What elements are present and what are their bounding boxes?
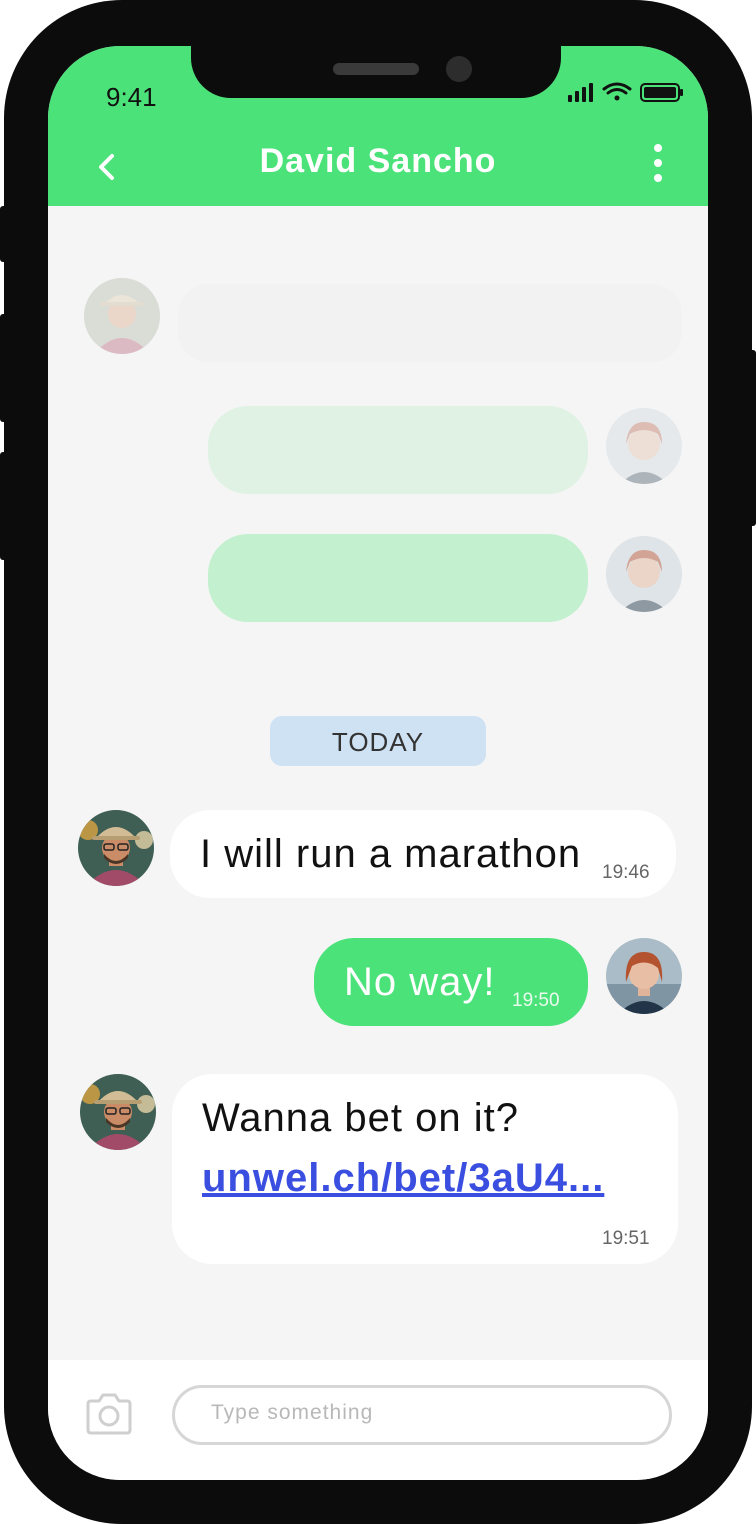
power-button — [748, 350, 756, 526]
message-time: 19:46 — [602, 862, 650, 883]
message-composer — [48, 1360, 708, 1480]
avatar-david — [80, 1074, 156, 1150]
notch — [191, 46, 561, 98]
message-input[interactable] — [209, 1400, 653, 1426]
avatar-me-faded — [606, 408, 682, 484]
message-bubble-outgoing: No way! 19:50 — [314, 938, 588, 1026]
avatar-me-faded — [606, 536, 682, 612]
message-input-box[interactable] — [172, 1385, 672, 1445]
signal-icon — [568, 83, 593, 102]
message-time: 19:50 — [512, 990, 560, 1011]
chat-title: David Sancho — [259, 142, 497, 180]
placeholder-bubble — [208, 406, 588, 494]
message-bubble-incoming: I will run a marathon 19:46 — [170, 810, 676, 898]
message-text: No way! — [344, 960, 496, 1004]
speaker — [333, 63, 419, 75]
mute-switch — [0, 206, 8, 262]
placeholder-bubble — [178, 284, 682, 362]
message-text: Wanna bet on it? — [202, 1096, 519, 1140]
phone-screen: 9:41 David Sancho TODAY I will run a mar… — [48, 46, 708, 1480]
bet-link[interactable]: unwel.ch/bet/3aU4... — [202, 1156, 604, 1201]
avatar-david-faded — [84, 278, 160, 354]
volume-down-button — [0, 452, 8, 560]
message-bubble-incoming: Wanna bet on it? unwel.ch/bet/3aU4... 19… — [172, 1074, 678, 1264]
avatar-me — [606, 938, 682, 1014]
status-icons — [568, 82, 683, 102]
volume-up-button — [0, 314, 8, 422]
front-camera — [446, 56, 472, 82]
message-text: I will run a marathon — [200, 832, 582, 876]
status-time: 9:41 — [106, 82, 157, 112]
date-divider: TODAY — [270, 716, 486, 766]
more-vertical-icon[interactable] — [644, 144, 672, 184]
wifi-icon — [602, 82, 632, 101]
placeholder-bubble — [208, 534, 588, 622]
avatar-david — [78, 810, 154, 886]
camera-icon[interactable] — [84, 1392, 134, 1436]
message-time: 19:51 — [602, 1228, 650, 1249]
battery-icon — [640, 83, 683, 102]
